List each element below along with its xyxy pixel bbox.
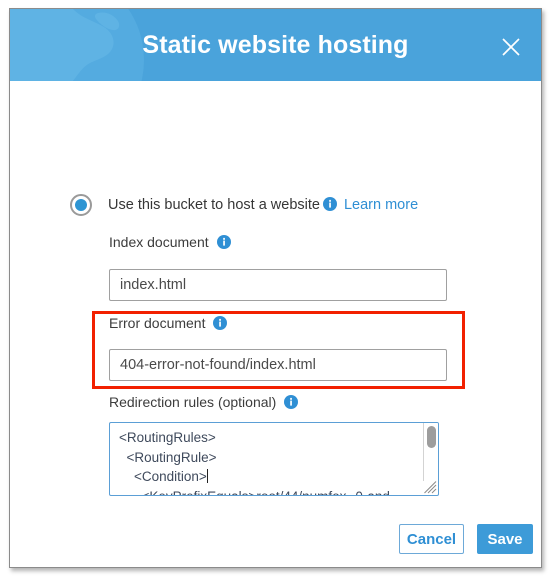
info-icon[interactable]: [216, 235, 231, 249]
redirection-rules-clipped-line: <KeyPrefixEquals>root/44/numfox--0-and: [119, 488, 390, 496]
dialog-body: Use this bucket to host a website Learn …: [10, 81, 541, 567]
redirection-rules-textarea[interactable]: <RoutingRules> <RoutingRule> <Condition>…: [109, 422, 439, 496]
redirection-rules-text: <RoutingRules> <RoutingRule> <Condition>: [119, 430, 217, 484]
cancel-button[interactable]: Cancel: [399, 524, 464, 554]
info-icon[interactable]: [322, 197, 337, 211]
index-document-label-row: Index document: [109, 234, 231, 252]
text-caret: [206, 469, 208, 483]
option-host-website[interactable]: Use this bucket to host a website Learn …: [70, 194, 418, 216]
info-icon[interactable]: [284, 395, 299, 409]
redirection-rules-label: Redirection rules (optional): [109, 394, 277, 410]
save-button[interactable]: Save: [477, 524, 533, 554]
redirection-rules-label-row: Redirection rules (optional): [109, 394, 299, 412]
option-host-website-label: Use this bucket to host a website: [108, 197, 337, 213]
dialog-footer: Cancel Save: [10, 515, 541, 567]
radio-host-website[interactable]: [70, 194, 92, 216]
redirection-rules-value: <RoutingRules> <RoutingRule> <Condition>…: [119, 428, 416, 496]
textarea-resize-grip[interactable]: [424, 481, 437, 494]
error-document-input[interactable]: [109, 349, 447, 381]
textarea-scrollbar[interactable]: [423, 423, 438, 481]
option-host-website-text: Use this bucket to host a website: [108, 197, 320, 213]
redirection-rules-textarea-wrapper[interactable]: <RoutingRules> <RoutingRule> <Condition>…: [109, 422, 439, 496]
close-icon[interactable]: [499, 35, 523, 59]
static-website-hosting-dialog: Static website hosting Use this bucket t…: [9, 8, 542, 568]
textarea-scrollbar-thumb[interactable]: [427, 426, 436, 448]
page-title: Static website hosting: [142, 31, 409, 59]
dialog-header: Static website hosting: [10, 9, 541, 81]
learn-more-link-host[interactable]: Learn more: [344, 197, 418, 213]
error-document-label-row: Error document: [109, 315, 228, 333]
info-icon[interactable]: [213, 316, 228, 330]
index-document-input[interactable]: [109, 269, 447, 301]
index-document-label: Index document: [109, 234, 209, 250]
error-document-label: Error document: [109, 315, 206, 331]
